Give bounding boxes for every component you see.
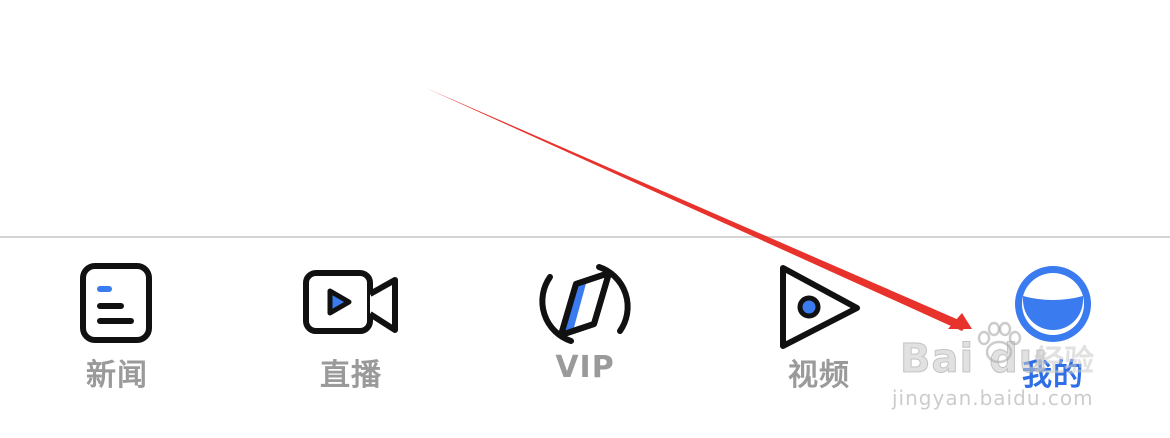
tab-vip[interactable]: VIP <box>468 238 702 438</box>
tab-live-label: 直播 <box>320 358 382 393</box>
tab-mine[interactable]: 我的 <box>936 238 1170 438</box>
tab-video[interactable]: 视频 <box>702 238 936 438</box>
content-area <box>0 0 1170 236</box>
tab-mine-label: 我的 <box>1022 358 1084 393</box>
play-triangle-icon <box>771 256 867 352</box>
news-document-icon <box>69 256 165 352</box>
tab-news-label: 新闻 <box>86 358 148 393</box>
bottom-tab-bar: 新闻 直播 VIP 视频 我的 <box>0 238 1170 438</box>
tab-news[interactable]: 新闻 <box>0 238 234 438</box>
tab-live[interactable]: 直播 <box>234 238 468 438</box>
video-camera-icon <box>303 256 399 352</box>
vip-compass-icon <box>537 256 633 352</box>
smiley-face-icon <box>1005 256 1101 352</box>
app-screen: 新闻 直播 VIP 视频 我的 Bai du 经验 jingyan.baidu.… <box>0 0 1170 438</box>
tab-video-label: 视频 <box>788 358 850 393</box>
tab-vip-label: VIP <box>555 350 615 385</box>
